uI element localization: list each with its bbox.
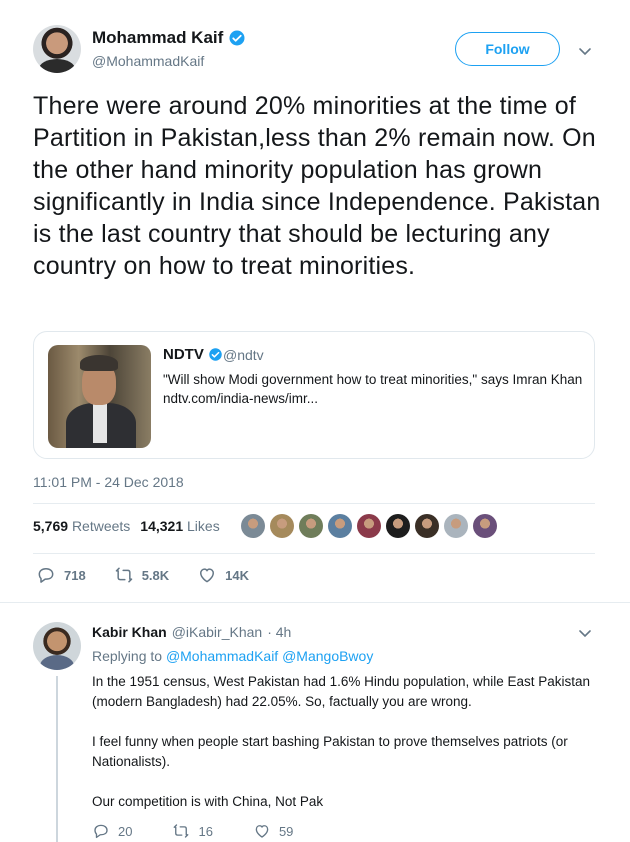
reply-paragraph: I feel funny when people start bashing P… — [92, 734, 568, 769]
reply-button[interactable]: 718 — [36, 565, 86, 585]
reply-actions: 20 16 59 — [92, 822, 333, 840]
divider — [33, 503, 595, 504]
likes-stat[interactable]: 14,321 Likes — [140, 518, 219, 534]
like-count: 59 — [278, 823, 294, 839]
retweets-stat[interactable]: 5,769 Retweets — [33, 518, 130, 534]
reply-text: In the 1951 census, West Pakistan had 1.… — [92, 672, 602, 832]
reply-author-avatar[interactable] — [33, 622, 81, 670]
thread-line — [56, 676, 58, 842]
divider — [0, 602, 630, 603]
tweet-actions: 718 5.8K 14K — [36, 565, 277, 585]
tweet-text: There were around 20% minorities at the … — [33, 92, 601, 280]
likes-count: 14,321 — [140, 518, 184, 534]
author-name-text: Mohammad Kaif — [92, 28, 224, 47]
reply-count: 718 — [64, 567, 86, 583]
reply-button[interactable]: 20 — [92, 822, 132, 840]
chevron-down-icon[interactable] — [578, 44, 592, 58]
reply-time[interactable]: · 4h — [267, 624, 291, 640]
quoted-author-name-text: NDTV — [163, 346, 204, 363]
retweets-label: Retweets — [71, 518, 131, 534]
author-handle[interactable]: @MohammadKaif — [92, 53, 204, 69]
follow-button[interactable]: Follow — [455, 32, 560, 66]
liker-avatar[interactable] — [473, 514, 497, 538]
tweet-timestamp[interactable]: 11:01 PM - 24 Dec 2018 — [33, 474, 184, 490]
liker-avatar[interactable] — [299, 514, 323, 538]
reply-count: 20 — [118, 823, 133, 839]
replying-to-mentions[interactable]: @MohammadKaif @MangoBwoy — [166, 648, 373, 664]
retweet-button[interactable]: 5.8K — [114, 565, 169, 585]
quoted-tweet-text: "Will show Modi government how to treat … — [163, 372, 583, 406]
like-button[interactable]: 59 — [253, 822, 293, 840]
like-count: 14K — [225, 567, 250, 583]
liker-avatars — [241, 514, 497, 538]
reply-icon — [38, 568, 54, 583]
likes-label: Likes — [187, 518, 220, 534]
reply-icon — [94, 824, 108, 839]
retweet-count: 5.8K — [141, 567, 170, 583]
heart-icon — [255, 825, 269, 838]
liker-avatar[interactable] — [357, 514, 381, 538]
reply-author-name[interactable]: Kabir Khan — [92, 624, 167, 640]
liker-avatar[interactable] — [415, 514, 439, 538]
reply-author-handle[interactable]: @iKabir_Khan — [172, 624, 263, 640]
replying-to: Replying to @MohammadKaif @MangoBwoy — [92, 648, 373, 664]
liker-avatar[interactable] — [328, 514, 352, 538]
quoted-tweet-thumbnail — [48, 345, 151, 448]
reply-header: Kabir Khan @iKabir_Khan · 4h — [92, 624, 291, 640]
reply-paragraph: In the 1951 census, West Pakistan had 1.… — [92, 674, 591, 709]
quoted-author-handle: @ndtv — [223, 347, 264, 363]
quoted-author-name: NDTV — [163, 346, 223, 363]
author-name[interactable]: Mohammad Kaif — [92, 28, 246, 48]
retweet-icon — [174, 824, 189, 838]
liker-avatar[interactable] — [386, 514, 410, 538]
like-button[interactable]: 14K — [197, 565, 249, 585]
reply-paragraph: Our competition is with China, Not Pak — [92, 794, 324, 809]
retweet-icon — [115, 567, 132, 583]
verified-badge-icon — [209, 348, 222, 361]
chevron-down-icon[interactable] — [578, 626, 592, 640]
replying-to-label: Replying to — [92, 648, 163, 664]
liker-avatar[interactable] — [444, 514, 468, 538]
verified-badge-icon — [229, 30, 245, 46]
liker-avatar[interactable] — [270, 514, 294, 538]
engagement-stats: 5,769 Retweets 14,321 Likes — [33, 518, 220, 534]
retweet-count: 16 — [198, 823, 213, 839]
author-avatar[interactable] — [33, 25, 81, 73]
retweets-count: 5,769 — [33, 518, 69, 534]
heart-icon — [200, 568, 215, 583]
retweet-button[interactable]: 16 — [172, 822, 213, 840]
divider — [33, 553, 595, 554]
quoted-tweet-card[interactable]: NDTV @ndtv "Will show Modi government ho… — [33, 331, 595, 459]
liker-avatar[interactable] — [241, 514, 265, 538]
